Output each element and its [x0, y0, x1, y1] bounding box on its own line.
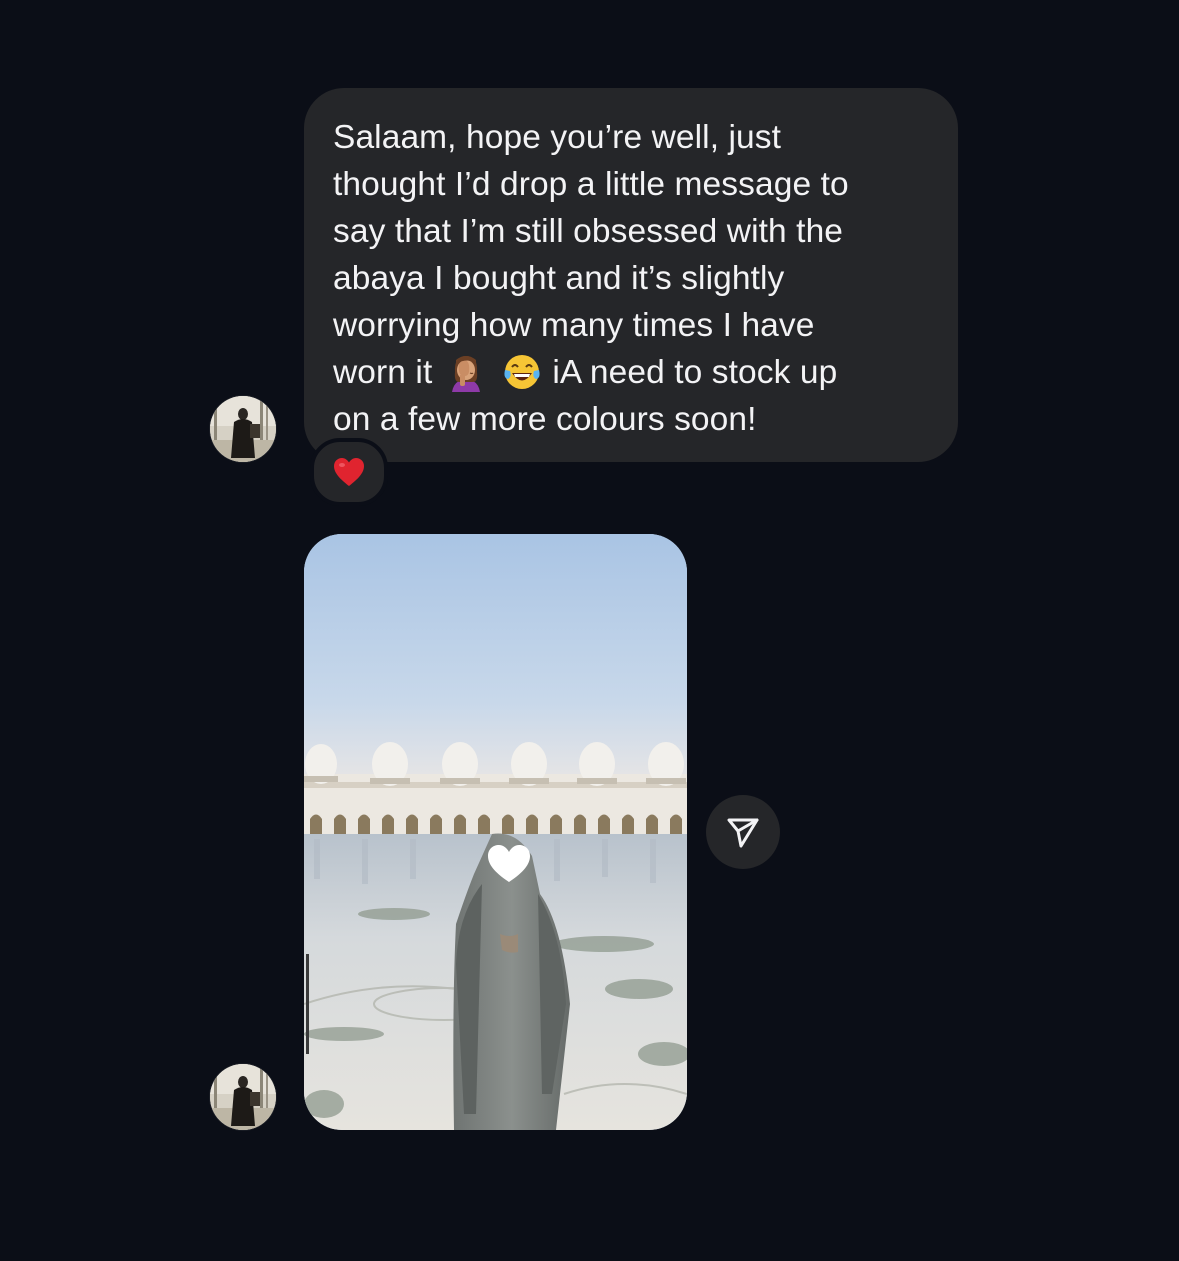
share-button[interactable] [706, 795, 780, 869]
paper-plane-share-icon [727, 818, 759, 848]
red-heart-emoji [334, 458, 364, 486]
message-line: say that I’m still obsessed with the [333, 213, 844, 250]
message-line: on a few more colours soon! [333, 401, 757, 438]
sender-avatar[interactable] [210, 1064, 276, 1130]
woman-facepalming-emoji [446, 352, 486, 392]
message-line: worn it [333, 354, 433, 391]
heart-reaction[interactable] [310, 438, 388, 506]
incoming-message-bubble[interactable]: Salaam, hope you’re well, just thought I’… [304, 88, 958, 462]
message-text: Salaam, hope you’re well, just thought I’… [333, 114, 932, 443]
message-line: Salaam, hope you’re well, just [333, 119, 782, 156]
message-thread: Salaam, hope you’re well, just thought I’… [0, 0, 1179, 1261]
message-line: thought I’d drop a little message to [333, 166, 849, 203]
message-line: abaya I bought and it’s slightly [333, 260, 785, 297]
photo-message[interactable] [304, 534, 687, 1130]
message-line: worrying how many times I have [333, 307, 815, 344]
sender-avatar[interactable] [210, 396, 276, 462]
face-with-tears-of-joy-emoji [502, 352, 542, 392]
message-line: iA need to stock up [552, 354, 838, 391]
mosque-photo [304, 534, 687, 1130]
